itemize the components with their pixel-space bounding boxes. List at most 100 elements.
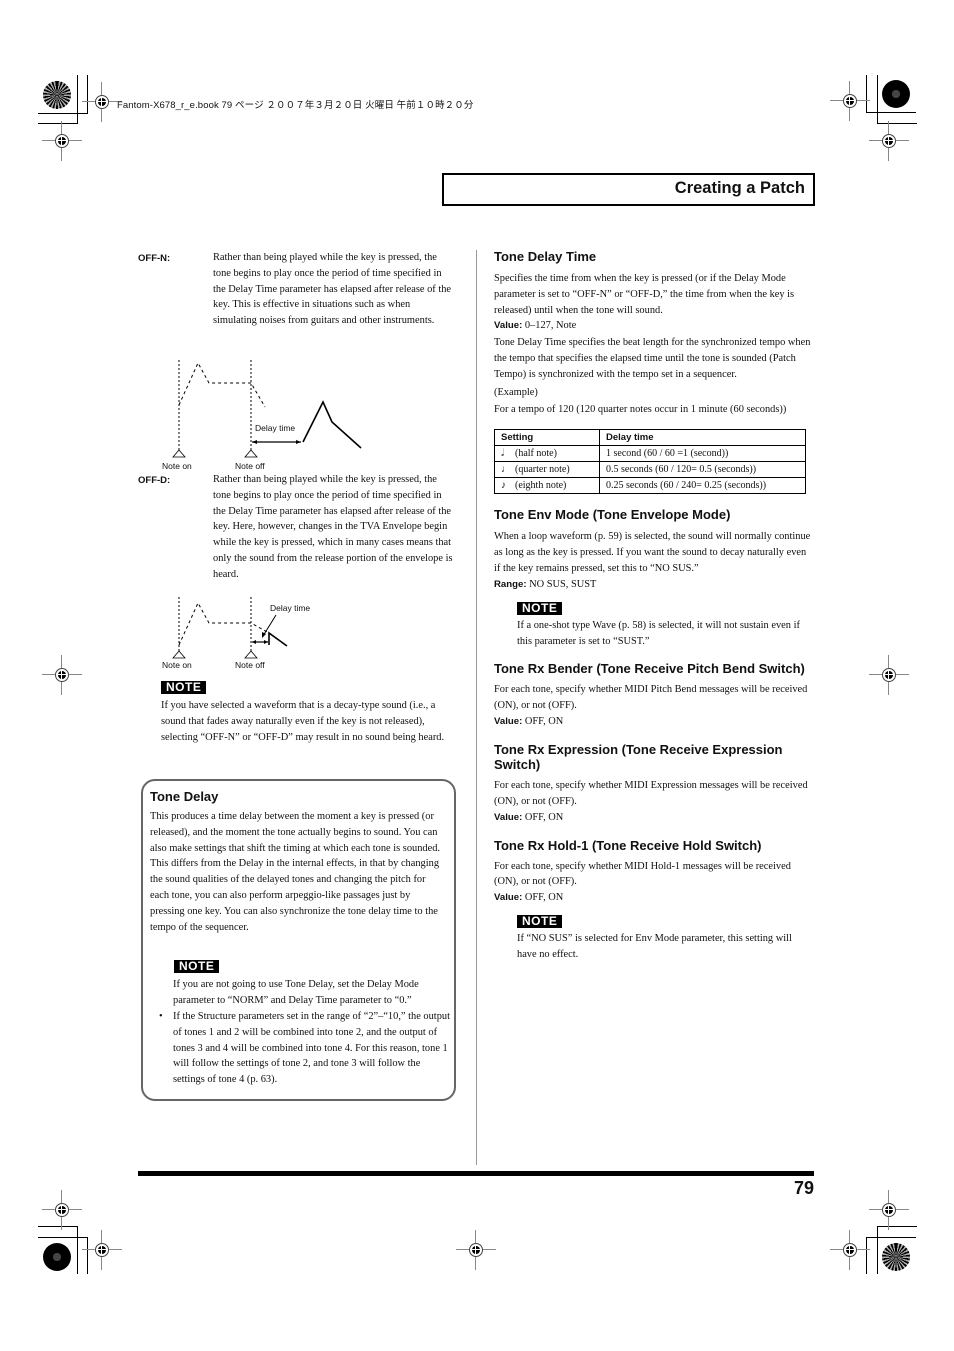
quarter-note-icon: ♩ bbox=[501, 464, 511, 476]
tone-rx-hold-text: For each tone, specify whether MIDI Hold… bbox=[494, 860, 791, 888]
diagram1-note-off-label: Note off bbox=[235, 461, 265, 471]
value-text: 0–127, Note bbox=[522, 320, 577, 332]
range-text: NO SUS, SUST bbox=[526, 578, 597, 590]
note-badge: NOTE bbox=[161, 681, 207, 694]
note-text: If you have selected a waveform that is … bbox=[161, 700, 445, 743]
off-n-label: OFF-N: bbox=[138, 253, 171, 264]
value-label: Value: bbox=[494, 320, 523, 332]
crop-mark bbox=[877, 75, 878, 124]
registration-mark bbox=[869, 1190, 909, 1230]
setting-cell: (eighth note) bbox=[515, 480, 567, 492]
column-header-setting: Setting bbox=[494, 429, 600, 447]
color-target-bottom-right bbox=[882, 1243, 910, 1271]
diagram1-note-on-label: Note on bbox=[162, 461, 192, 471]
off-d-definition: OFF-D: Rather than being played while th… bbox=[138, 472, 456, 583]
example-text: For a tempo of 120 (120 quarter notes oc… bbox=[494, 403, 787, 415]
crop-mark bbox=[877, 1226, 878, 1274]
registration-mark bbox=[82, 1230, 122, 1270]
table-header-row: Setting Delay time bbox=[494, 429, 806, 447]
tone-rx-expression-heading: Tone Rx Expression (Tone Receive Express… bbox=[494, 741, 783, 772]
delay-cell: 1 second (60 / 60 =1 (second)) bbox=[599, 445, 806, 463]
tone-rx-hold-note: NOTE If “NO SUS” is selected for Env Mod… bbox=[517, 912, 814, 963]
tone-env-mode-range: Range: NO SUS, SUST bbox=[494, 577, 814, 593]
note-text: If “NO SUS” is selected for Env Mode par… bbox=[517, 933, 792, 960]
section-header: Creating a Patch bbox=[442, 173, 815, 206]
table-row: ♪ (eighth note) 0.25 seconds (60 / 240= 0… bbox=[494, 477, 806, 495]
value-text: OFF, ON bbox=[522, 811, 564, 823]
registration-mark bbox=[456, 1230, 496, 1270]
diagram1-delay-label: Delay time bbox=[255, 423, 296, 433]
page-number: 79 bbox=[793, 1178, 814, 1198]
value-text: OFF, ON bbox=[522, 892, 564, 904]
tone-delay-time-heading: Tone Delay Time bbox=[494, 249, 597, 264]
registration-mark bbox=[82, 82, 122, 122]
note-badge: NOTE bbox=[517, 915, 563, 929]
note-off-marker bbox=[244, 449, 258, 458]
tone-env-mode-note: NOTE If a one-shot type Wave (p. 58) is … bbox=[517, 599, 814, 650]
tone-delay-time-text: Specifies the time from when the key is … bbox=[494, 273, 795, 316]
tone-delay-info-box: Tone Delay This produces a time delay be… bbox=[141, 779, 456, 1101]
tone-rx-expression-value: Value: OFF, ON bbox=[494, 810, 814, 826]
registration-mark bbox=[42, 655, 82, 695]
eighth-note-icon: ♪ bbox=[501, 480, 506, 492]
left-column: OFF-N: Rather than being played while th… bbox=[138, 250, 456, 329]
setting-cell: (half note) bbox=[515, 448, 557, 460]
tone-rx-hold-value: Value: OFF, ON bbox=[494, 890, 814, 906]
tone-delay-bullet-text: If the Structure parameters set in the r… bbox=[173, 1011, 450, 1086]
print-header-line: Fantom-X678_r_e.book 79 ページ ２００７年３月２０日 火… bbox=[117, 100, 474, 111]
off-d-label: OFF-D: bbox=[138, 475, 171, 486]
right-column: Tone Delay Time Specifies the time from … bbox=[494, 249, 814, 963]
tone-delay-note-text: If you are not going to use Tone Delay, … bbox=[173, 979, 419, 1006]
note-on-marker bbox=[172, 449, 186, 458]
crop-mark bbox=[866, 1237, 916, 1238]
crop-mark bbox=[38, 1237, 88, 1238]
crop-mark bbox=[866, 112, 916, 113]
table-row: 𝅗𝅥 (half note) 1 second (60 / 60 =1 (seco… bbox=[494, 445, 806, 463]
dashed-envelope bbox=[178, 601, 270, 646]
dashed-envelope bbox=[178, 361, 266, 408]
note-off-marker bbox=[244, 650, 258, 659]
color-target-top-left bbox=[43, 81, 71, 109]
note-badge: NOTE bbox=[517, 601, 563, 615]
tone-rx-bender-value: Value: OFF, ON bbox=[494, 714, 814, 730]
tone-rx-bender-text: For each tone, specify whether MIDI Pitc… bbox=[494, 684, 808, 712]
section-title: Creating a Patch bbox=[674, 179, 805, 197]
table-row: ♩ (quarter note) 0.5 seconds (60 / 120= 0… bbox=[494, 461, 806, 479]
tone-delay-time-value: Value: 0–127, Note bbox=[494, 318, 814, 334]
tone-rx-expression-text: For each tone, specify whether MIDI Expr… bbox=[494, 779, 808, 807]
color-target-bottom-left bbox=[43, 1243, 71, 1271]
note-text: If a one-shot type Wave (p. 58) is selec… bbox=[517, 619, 800, 647]
diagram2-note-on-label: Note on bbox=[162, 660, 192, 670]
value-label: Value: bbox=[494, 892, 523, 904]
footer-rule bbox=[138, 1171, 814, 1176]
tone-delay-text: This produces a time delay between the m… bbox=[150, 811, 441, 933]
tone-env-mode-heading: Tone Env Mode (Tone Envelope Mode) bbox=[494, 507, 731, 523]
delay-cell: 0.5 seconds (60 / 120= 0.5 (seconds)) bbox=[599, 461, 806, 479]
tone-rx-bender-heading: Tone Rx Bender (Tone Receive Pitch Bend … bbox=[494, 661, 805, 677]
tone-delay-time-text2: Tone Delay Time specifies the beat lengt… bbox=[494, 337, 811, 380]
tone-delay-title: Tone Delay bbox=[150, 789, 219, 804]
note-on-marker bbox=[172, 650, 186, 659]
column-divider bbox=[476, 250, 477, 1165]
range-label: Range: bbox=[494, 578, 527, 590]
off-n-text: Rather than being played while the key i… bbox=[213, 252, 452, 327]
value-label: Value: bbox=[494, 811, 523, 823]
off-d-text: Rather than being played while the key i… bbox=[213, 474, 453, 580]
tone-env-mode-text: When a loop waveform (p. 59) is selected… bbox=[494, 531, 811, 574]
delay-time-table: Setting Delay time 𝅗𝅥 (half note) 1 secon… bbox=[494, 429, 806, 495]
off-n-definition: OFF-N: Rather than being played while th… bbox=[138, 250, 456, 329]
note-decay-warning: NOTE If you have selected a waveform tha… bbox=[161, 678, 459, 745]
tone-rx-hold-heading: Tone Rx Hold-1 (Tone Receive Hold Switch… bbox=[494, 837, 762, 853]
color-target-top-right bbox=[882, 80, 910, 108]
registration-mark bbox=[42, 121, 82, 161]
value-text: OFF, ON bbox=[522, 715, 564, 727]
crop-mark bbox=[77, 1226, 78, 1274]
crop-mark bbox=[38, 113, 88, 114]
value-label: Value: bbox=[494, 715, 523, 727]
registration-mark bbox=[869, 121, 909, 161]
registration-mark bbox=[869, 655, 909, 695]
delayed-envelope bbox=[268, 631, 288, 647]
registration-mark bbox=[830, 81, 870, 121]
column-header-delay-time: Delay time bbox=[599, 429, 806, 447]
delay-cell: 0.25 seconds (60 / 240= 0.25 (seconds)) bbox=[599, 477, 806, 495]
